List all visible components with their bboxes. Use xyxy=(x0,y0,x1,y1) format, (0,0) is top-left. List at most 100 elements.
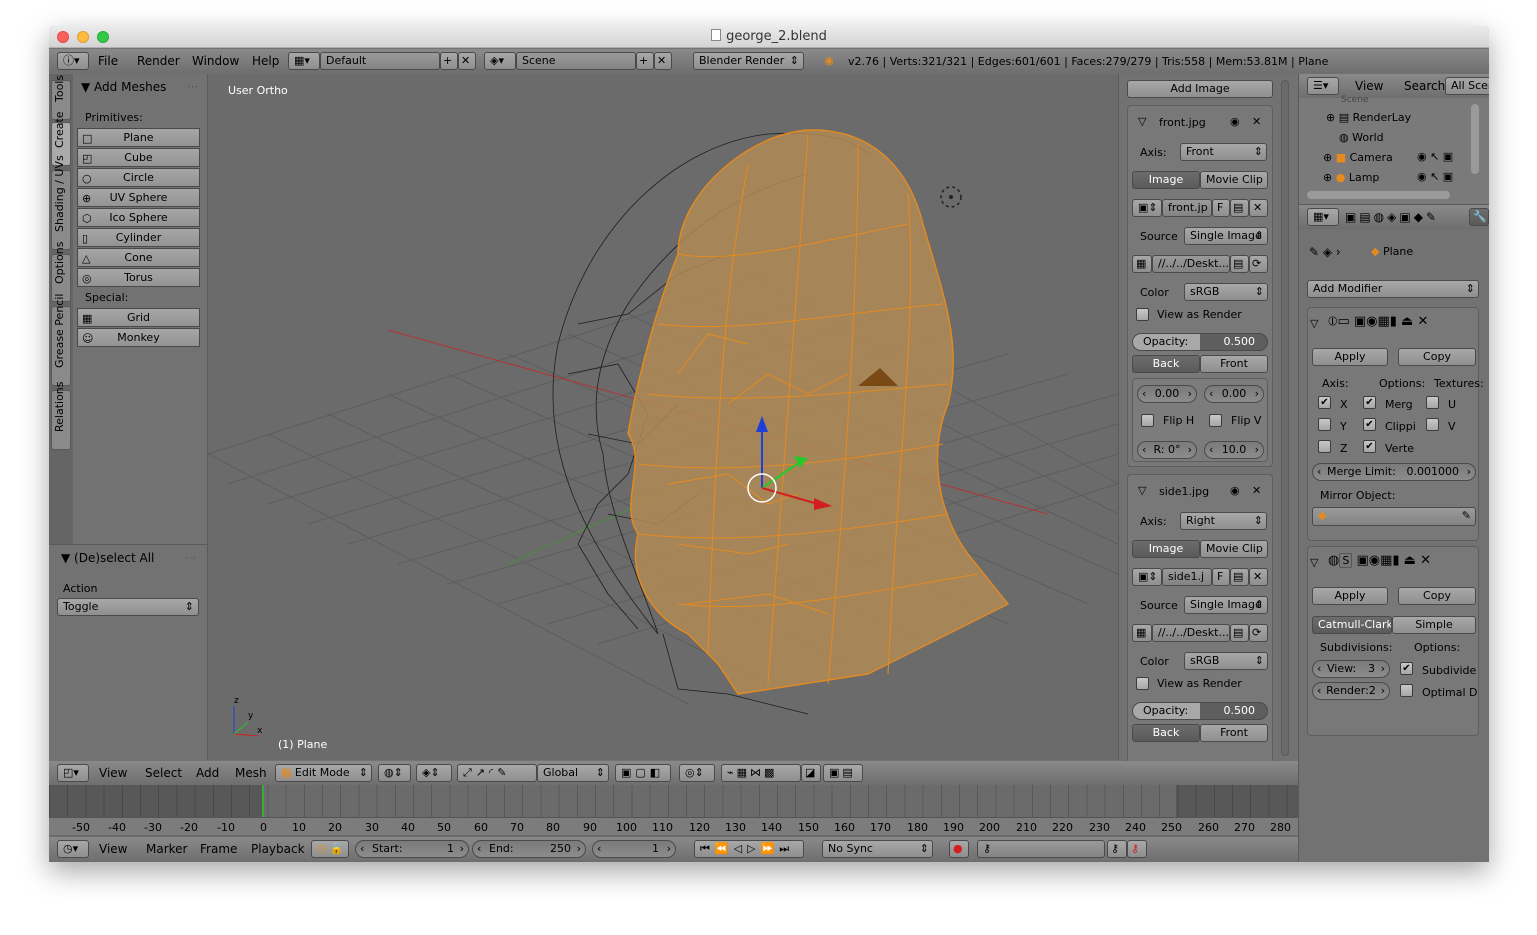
unlink-icon-2[interactable]: ✕ xyxy=(1249,568,1268,586)
image-name-field-2[interactable]: side1.j xyxy=(1162,568,1212,586)
rotation-field[interactable]: ‹ R: 0° › xyxy=(1137,441,1197,459)
tab-shading-uvs[interactable]: Shading / UVs xyxy=(51,155,71,250)
add-circle-button[interactable]: ○ Circle xyxy=(77,168,200,187)
zoom-window-button[interactable] xyxy=(97,31,109,43)
opacity-slider[interactable]: Opacity: 0.500 xyxy=(1132,333,1268,351)
add-plane-button[interactable]: □ Plane xyxy=(77,128,200,147)
offset-y-field[interactable]: ‹ 0.00 › xyxy=(1204,385,1264,403)
view-as-render-checkbox[interactable] xyxy=(1136,308,1149,321)
outliner-editor-icon[interactable]: ☰▾ xyxy=(1307,77,1339,95)
context-tabs-icons[interactable]: ▣▤◍◈▣◆✎ xyxy=(1345,210,1439,224)
outliner-vscrollbar[interactable] xyxy=(1471,104,1479,174)
flip-v-checkbox[interactable] xyxy=(1209,414,1222,427)
simple-button[interactable]: Simple xyxy=(1392,616,1476,634)
mirror-modifier-icons[interactable]: ⦶▭ ▣◉▦▮ ⏏ ✕ xyxy=(1328,314,1428,329)
open-folder-icon[interactable]: ▤ xyxy=(1230,199,1249,217)
add-cone-button[interactable]: △ Cone xyxy=(77,248,200,267)
end-frame-field[interactable]: ‹ End: 250 › xyxy=(472,840,586,858)
screen-layout-icon[interactable]: ▦▾ xyxy=(288,52,320,70)
texture-v-checkbox[interactable] xyxy=(1426,418,1439,431)
add-screen-icon[interactable]: + xyxy=(440,52,458,70)
subsurf-copy-button[interactable]: Copy xyxy=(1398,587,1476,605)
timeline-menu-frame[interactable]: Frame xyxy=(200,842,237,856)
remove-image-icon[interactable]: ✕ xyxy=(1252,115,1261,128)
image-name-field[interactable]: front.jp xyxy=(1162,199,1212,217)
screen-layout-field[interactable]: Default xyxy=(320,52,440,70)
outliner-menu-view[interactable]: View xyxy=(1355,79,1383,93)
source-dropdown-2[interactable]: Single Image ⇕ xyxy=(1184,596,1268,614)
menu-file[interactable]: File xyxy=(98,54,118,68)
depth-back-button-2[interactable]: Back xyxy=(1132,724,1200,742)
size-field[interactable]: ‹ 10.0 › xyxy=(1204,441,1264,459)
select-menu[interactable]: Select xyxy=(145,766,182,780)
outliner-item-camera[interactable]: ⊕ ■ Camera xyxy=(1323,151,1393,164)
tab-movie-clip-2[interactable]: Movie Clip xyxy=(1200,540,1268,558)
unlink-icon[interactable]: ✕ xyxy=(1249,199,1268,217)
render-image-icons[interactable]: ▣▤ xyxy=(823,764,863,782)
bg-expand-toggle-2[interactable]: ▽ xyxy=(1138,484,1146,497)
outliner-filter-dropdown[interactable]: All Scer xyxy=(1445,77,1489,95)
fake-user-button[interactable]: F xyxy=(1212,199,1230,217)
menu-render[interactable]: Render xyxy=(137,54,180,68)
subsurf-apply-button[interactable]: Apply xyxy=(1312,587,1388,605)
eye-icon[interactable]: ◉ xyxy=(1230,115,1240,128)
camera-visibility-icon[interactable]: ◉ ↖ ▣ xyxy=(1417,150,1453,163)
file-path-field-2[interactable]: //../../Deskt... xyxy=(1152,624,1230,642)
3d-viewport[interactable]: User Ortho z y x (1) Plane xyxy=(208,74,1118,760)
auto-keying-icon[interactable]: ● xyxy=(949,840,969,858)
mode-dropdown[interactable]: ▦ Edit Mode ⇕ xyxy=(275,764,372,782)
action-dropdown[interactable]: Toggle ⇕ xyxy=(57,598,199,616)
mirror-apply-button[interactable]: Apply xyxy=(1312,348,1388,366)
add-cube-button[interactable]: ◰ Cube xyxy=(77,148,200,167)
merge-checkbox[interactable]: ✔ xyxy=(1363,396,1376,409)
mirror-copy-button[interactable]: Copy xyxy=(1398,348,1476,366)
source-dropdown[interactable]: Single Image ⇕ xyxy=(1184,227,1268,245)
current-frame-line[interactable] xyxy=(262,785,264,817)
outliner-item-lamp[interactable]: ⊕ ● Lamp xyxy=(1323,171,1379,184)
axis-z-checkbox[interactable] xyxy=(1318,440,1331,453)
insert-keyframe-icon[interactable]: ⚷ xyxy=(1107,840,1127,858)
axis-x-checkbox[interactable]: ✔ xyxy=(1318,396,1331,409)
reload-icon-2[interactable]: ⟳ xyxy=(1249,624,1268,642)
view-as-render-checkbox-2[interactable] xyxy=(1136,677,1149,690)
clipping-checkbox[interactable]: ✔ xyxy=(1363,418,1376,431)
manipulator-icons[interactable]: ⤢↗◜✎ xyxy=(457,764,537,782)
depth-back-button[interactable]: Back xyxy=(1132,355,1200,373)
mesh-menu[interactable]: Mesh xyxy=(235,766,267,780)
preview-range-icons[interactable]: ◷🔒 xyxy=(311,840,349,858)
playback-controls[interactable]: ⏮⏪◁▷⏩⏭ xyxy=(694,840,804,858)
outliner-hscrollbar[interactable] xyxy=(1307,191,1450,199)
minimize-window-button[interactable] xyxy=(77,31,89,43)
render-engine-dropdown[interactable]: Blender Render ⇕ xyxy=(693,52,804,70)
opacity-slider-2[interactable]: Opacity: 0.500 xyxy=(1132,702,1268,720)
image-browse-icon-2[interactable]: ▣⇕ xyxy=(1132,568,1162,586)
flip-h-checkbox[interactable] xyxy=(1141,414,1154,427)
add-uv-sphere-button[interactable]: ⊕ UV Sphere xyxy=(77,188,200,207)
add-monkey-button[interactable]: ☺ Monkey xyxy=(77,328,200,347)
timeline-menu-marker[interactable]: Marker xyxy=(146,842,187,856)
pivot-dropdown-icon[interactable]: ◈⇕ xyxy=(416,764,452,782)
add-torus-button[interactable]: ◎ Torus xyxy=(77,268,200,287)
outliner-menu-search[interactable]: Search xyxy=(1404,79,1445,93)
current-frame-field[interactable]: ‹ 1 › xyxy=(592,840,676,858)
axis-dropdown[interactable]: Front ⇕ xyxy=(1180,143,1267,161)
select-mode-icons[interactable]: ▣▢◧ xyxy=(615,764,671,782)
outliner-item-scene[interactable]: Scene xyxy=(1341,95,1368,103)
tab-relations[interactable]: Relations xyxy=(51,381,71,450)
browse-file-icon-2[interactable]: ▤ xyxy=(1230,624,1249,642)
info-editor-icon[interactable]: ⓘ▾ xyxy=(57,52,89,70)
merge-limit-field[interactable]: ‹ Merge Limit: 0.001000 › xyxy=(1312,463,1476,481)
browse-file-icon[interactable]: ▤ xyxy=(1230,255,1249,273)
add-cylinder-button[interactable]: ▯ Cylinder xyxy=(77,228,200,247)
optimal-display-checkbox[interactable] xyxy=(1400,684,1413,697)
proportional-edit-icon[interactable]: ◎⇕ xyxy=(679,764,715,782)
catmull-clark-button[interactable]: Catmull-Clark xyxy=(1312,616,1392,634)
timeline[interactable] xyxy=(49,785,1298,837)
subdivide-uvs-checkbox[interactable]: ✔ xyxy=(1400,662,1413,675)
keying-set-field[interactable]: ⚷ xyxy=(977,840,1105,858)
delete-scene-icon[interactable]: ✕ xyxy=(654,52,672,70)
orientation-dropdown[interactable]: Global ⇕ xyxy=(537,764,609,782)
outliner-item-world[interactable]: ◍ World xyxy=(1339,131,1384,144)
close-window-button[interactable] xyxy=(57,31,69,43)
fake-user-button-2[interactable]: F xyxy=(1212,568,1230,586)
